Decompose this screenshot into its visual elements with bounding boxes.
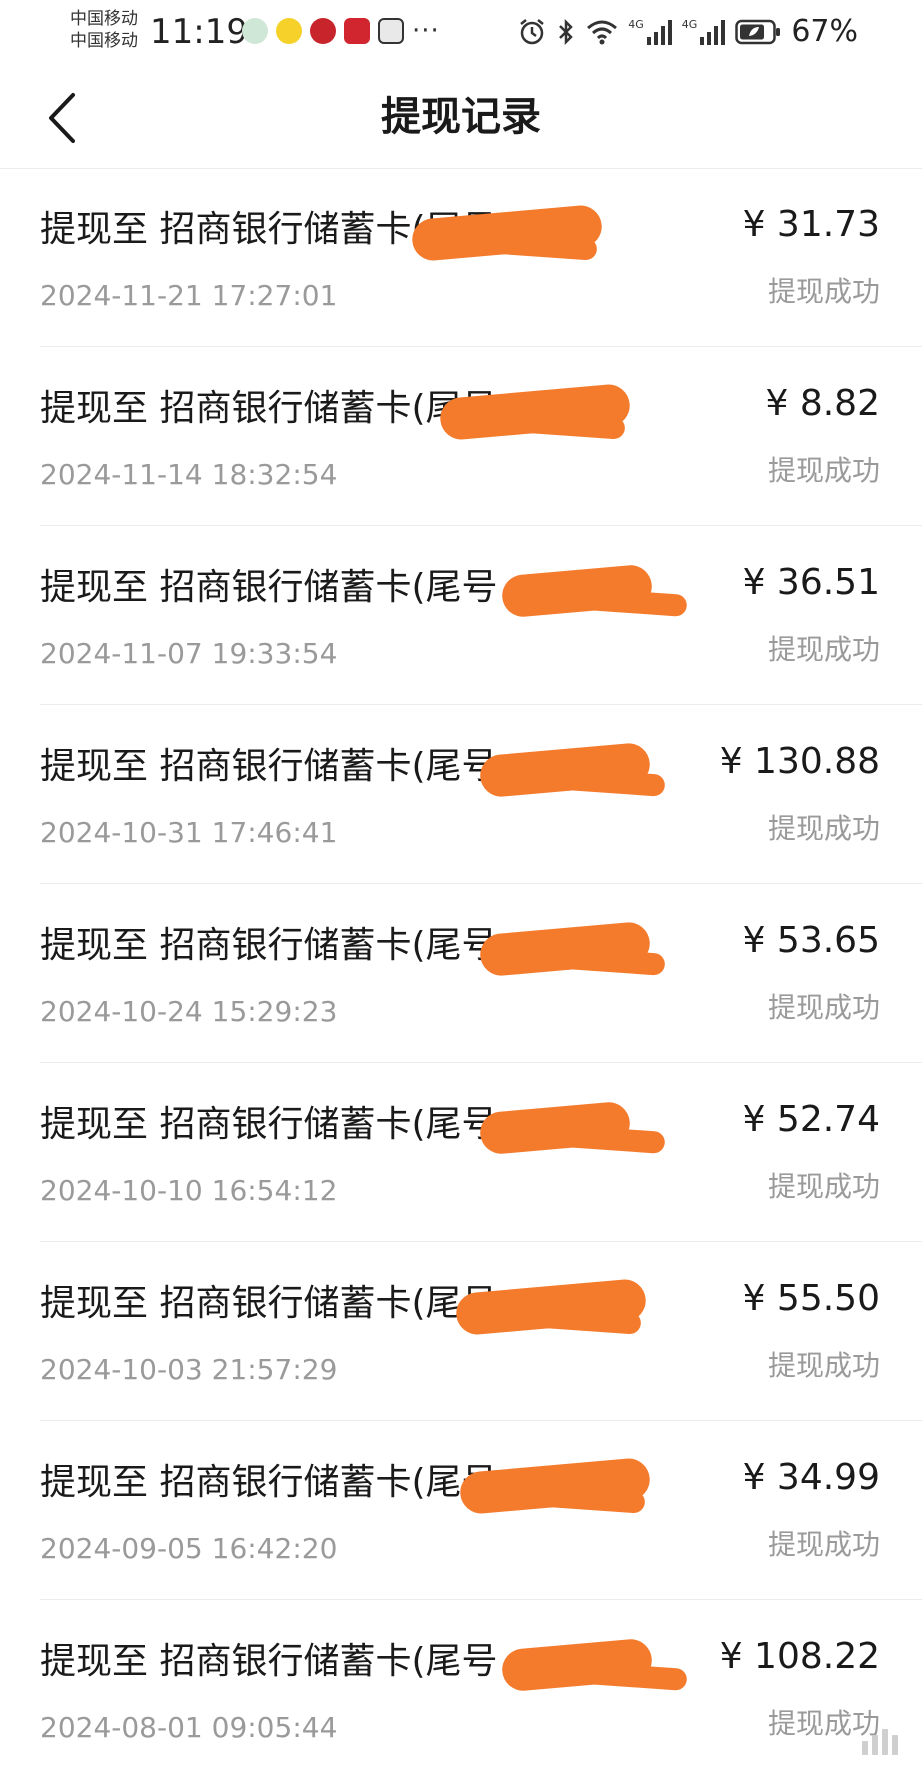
status-time: 11:19 [150,12,248,52]
record-item[interactable]: 提现至 招商银行储蓄卡(尾号 ¥ 130.88 2024-10-31 17:46… [40,705,922,884]
record-item[interactable]: 提现至 招商银行储蓄卡(尾号 ¥ 36.51 2024-11-07 19:33:… [40,526,922,705]
record-title: 提现至 招商银行储蓄卡(尾号 [40,746,498,787]
record-amount: ¥ 130.88 [719,741,880,782]
record-title: 提现至 招商银行储蓄卡(尾号 [40,1462,498,1503]
record-amount: ¥ 8.82 [765,383,880,424]
carrier-2: 中国移动 [70,31,138,51]
redaction-scribble [478,741,652,799]
record-item[interactable]: 提现至 招商银行储蓄卡(尾号 ¥ 31.73 2024-11-21 17:27:… [40,168,922,347]
record-time: 2024-10-03 21:57:29 [40,1353,338,1386]
carrier-info: 中国移动 中国移动 [70,8,138,52]
record-time: 2024-10-24 15:29:23 [40,995,338,1028]
battery-icon [735,19,781,45]
record-item[interactable]: 提现至 招商银行储蓄卡(尾号 ¥ 34.99 2024-09-05 16:42:… [40,1421,922,1600]
redaction-scribble [478,920,652,978]
record-status: 提现成功 [767,1528,880,1561]
record-status: 提现成功 [767,812,880,845]
record-amount: ¥ 36.51 [742,562,880,603]
bluetooth-icon [556,17,576,47]
record-status: 提现成功 [767,991,880,1024]
app-notification-icon [310,18,336,44]
redaction-scribble [478,1100,632,1156]
record-title: 提现至 招商银行储蓄卡(尾号 [40,1104,498,1145]
record-time: 2024-10-31 17:46:41 [40,816,338,849]
status-bar: 中国移动 中国移动 11:19 ··· 4G 4G 67% [0,0,922,64]
battery-percent: 67% [791,14,858,49]
record-item[interactable]: 提现至 招商银行储蓄卡(尾号 ¥ 52.74 2024-10-10 16:54:… [40,1063,922,1242]
redaction-scribble [500,1637,654,1693]
watermark-icon [862,1729,898,1755]
record-title: 提现至 招商银行储蓄卡(尾号 [40,1641,498,1682]
record-amount: ¥ 31.73 [742,204,880,245]
record-item[interactable]: 提现至 招商银行储蓄卡(尾号 ¥ 108.22 2024-08-01 09:05… [40,1600,922,1779]
record-amount: ¥ 55.50 [742,1278,880,1319]
system-status: 4G 4G 67% [518,14,858,50]
record-amount: ¥ 52.74 [742,1099,880,1140]
more-notifications-icon: ··· [412,16,440,46]
nav-header: 提现记录 [0,64,922,169]
notification-icons: ··· [242,16,440,46]
record-amount: ¥ 34.99 [742,1457,880,1498]
record-time: 2024-11-21 17:27:01 [40,279,338,312]
record-title: 提现至 招商银行储蓄卡(尾号 [40,1283,498,1324]
record-status: 提现成功 [767,633,880,666]
withdrawal-record-list: 提现至 招商银行储蓄卡(尾号 ¥ 31.73 2024-11-21 17:27:… [0,168,922,1779]
alarm-icon [518,18,546,46]
record-time: 2024-11-07 19:33:54 [40,637,338,670]
signal-icon: 4G [628,19,672,45]
record-time: 2024-09-05 16:42:20 [40,1532,338,1565]
record-title: 提现至 招商银行储蓄卡(尾号 [40,567,498,608]
wifi-icon [586,18,618,46]
record-status: 提现成功 [767,454,880,487]
redaction-scribble [500,563,654,619]
app-notification-icon [242,18,268,44]
record-title: 提现至 招商银行储蓄卡(尾号 [40,925,498,966]
record-item[interactable]: 提现至 招商银行储蓄卡(尾号 ¥ 53.65 2024-10-24 15:29:… [40,884,922,1063]
record-time: 2024-11-14 18:32:54 [40,458,338,491]
record-item[interactable]: 提现至 招商银行储蓄卡(尾号 ¥ 8.82 2024-11-14 18:32:5… [40,347,922,526]
record-time: 2024-10-10 16:54:12 [40,1174,338,1207]
app-notification-icon [378,18,404,44]
record-time: 2024-08-01 09:05:44 [40,1711,338,1744]
record-title: 提现至 招商银行储蓄卡(尾号 [40,388,498,429]
app-notification-icon [276,18,302,44]
record-item[interactable]: 提现至 招商银行储蓄卡(尾号 ¥ 55.50 2024-10-03 21:57:… [40,1242,922,1421]
carrier-1: 中国移动 [70,9,138,29]
record-status: 提现成功 [767,275,880,308]
app-notification-icon [344,18,370,44]
record-status: 提现成功 [767,1170,880,1203]
record-amount: ¥ 108.22 [719,1636,880,1677]
signal-icon: 4G [682,19,726,45]
record-status: 提现成功 [767,1349,880,1382]
record-amount: ¥ 53.65 [742,920,880,961]
page-title: 提现记录 [381,94,541,140]
